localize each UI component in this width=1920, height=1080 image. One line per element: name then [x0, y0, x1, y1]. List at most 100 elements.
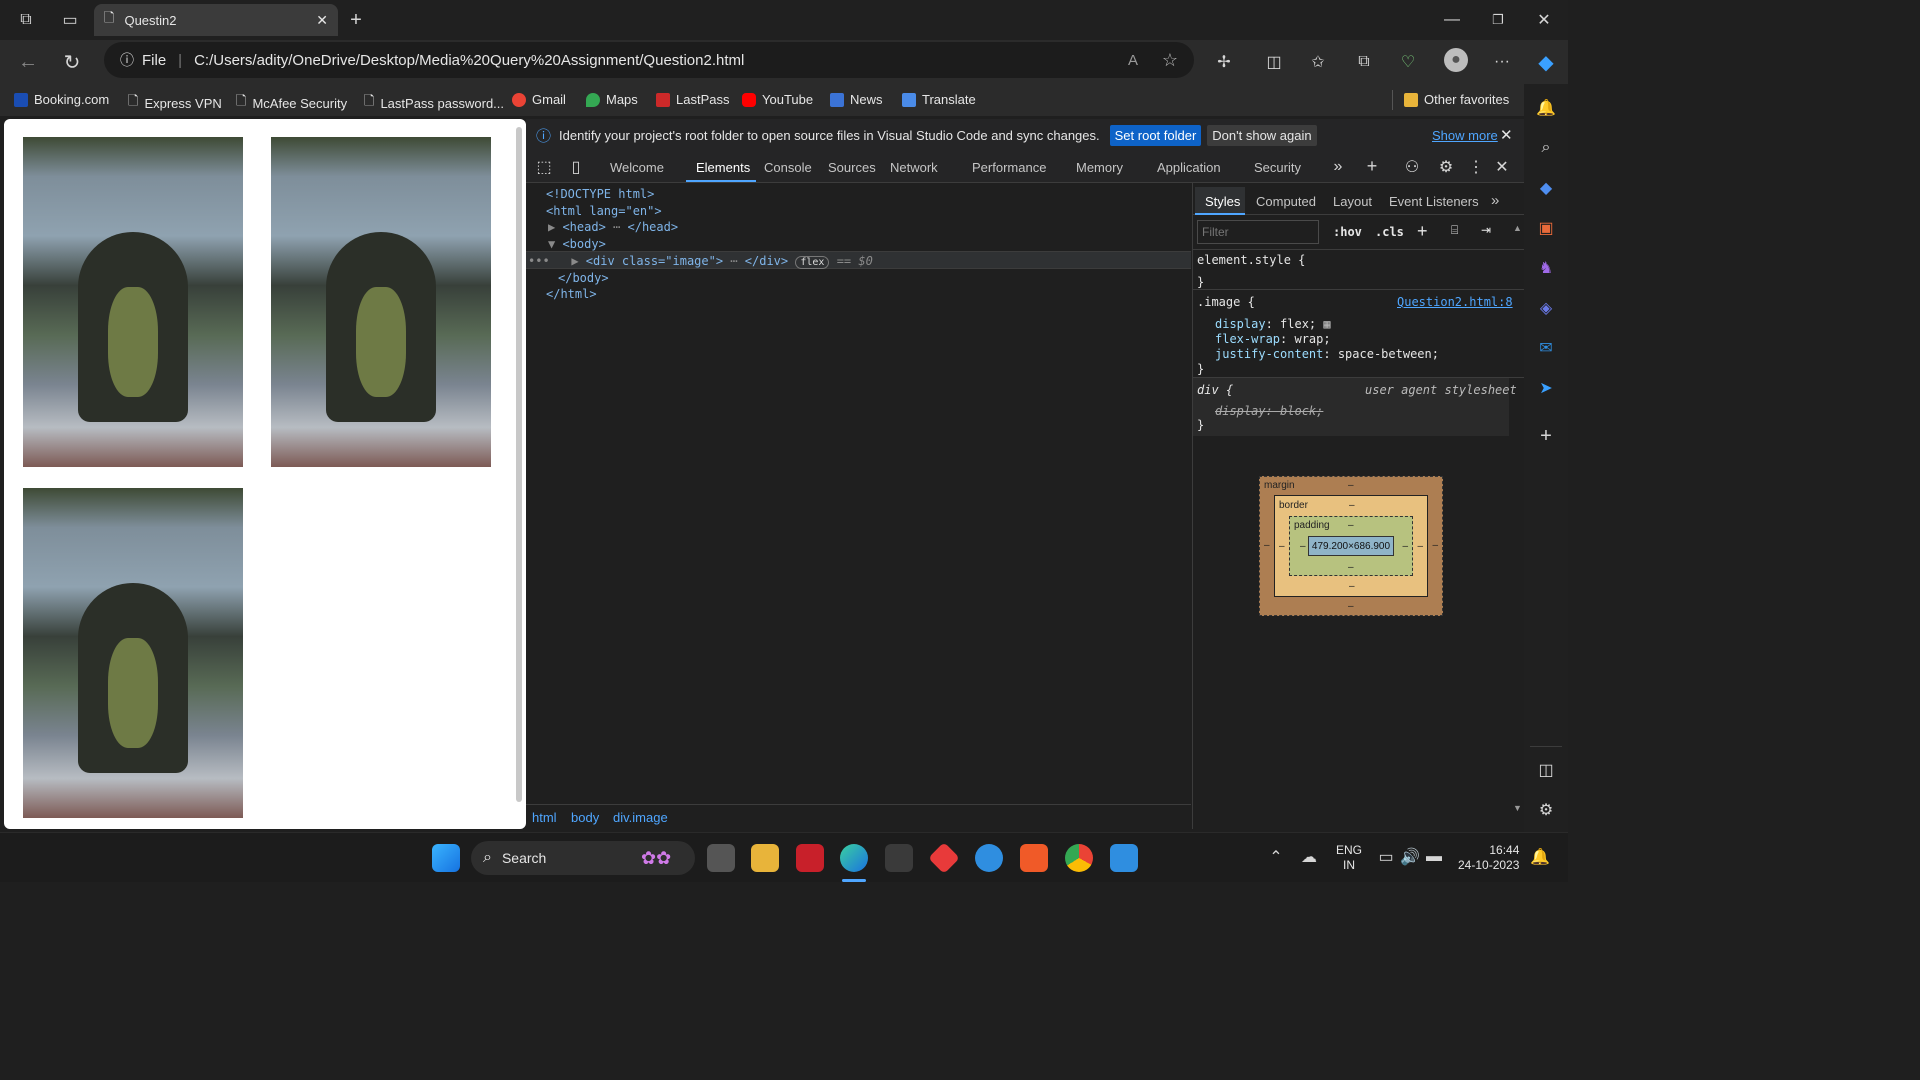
info-icon[interactable]: ⓘ — [120, 50, 134, 70]
dom-html-close[interactable]: </html> — [546, 286, 597, 302]
send-icon[interactable]: ➤ — [1534, 376, 1558, 400]
onedrive-icon[interactable]: ☁ — [1298, 847, 1320, 867]
fav-lastpass[interactable]: LastPass — [656, 92, 729, 107]
language-indicator[interactable]: ENG IN — [1336, 843, 1362, 873]
chrome-icon[interactable] — [1065, 844, 1093, 872]
kebab-menu-icon[interactable]: ⋮ — [1466, 157, 1486, 177]
split-screen-icon[interactable]: ◫ — [1262, 50, 1286, 74]
fav-expressvpn[interactable]: 🗋 Express VPN — [128, 92, 222, 114]
page-scrollbar[interactable] — [516, 127, 522, 802]
favorites-icon[interactable]: ✩ — [1306, 50, 1330, 74]
prop-display[interactable]: display: flex; ▦ — [1215, 317, 1331, 332]
favorite-star-icon[interactable]: ☆ — [1162, 50, 1178, 71]
paint-icon[interactable]: ⌸ — [1451, 223, 1458, 238]
microsoft-store-icon[interactable] — [885, 844, 913, 872]
taskbar-search[interactable]: ⌕ Search ✿✿ — [471, 841, 695, 875]
other-favorites[interactable]: Other favorites — [1404, 92, 1509, 107]
tab-event-listeners[interactable]: Event Listeners — [1389, 194, 1479, 209]
address-bar[interactable]: ⓘ File | C:/Users/adity/OneDrive/Desktop… — [104, 42, 1194, 78]
prop-flex-wrap[interactable]: flex-wrap: wrap; — [1215, 332, 1331, 347]
copilot-app-icon[interactable]: ◈ — [1534, 296, 1558, 320]
new-rule-icon[interactable]: + — [1417, 221, 1428, 242]
tab-memory[interactable]: Memory — [1076, 160, 1123, 175]
set-root-folder-button[interactable]: Set root folder — [1109, 124, 1202, 146]
fav-lastpass-password[interactable]: 🗋 LastPass password... — [364, 92, 504, 114]
tab-console[interactable]: Console — [764, 160, 812, 175]
tab-sources[interactable]: Sources — [828, 160, 876, 175]
tab-network[interactable]: Network — [890, 160, 938, 175]
box-model-content[interactable]: 479.200×686.900 — [1308, 536, 1394, 556]
profile-avatar[interactable]: ● — [1444, 48, 1468, 72]
add-tab-icon[interactable]: + — [1362, 156, 1382, 176]
fav-booking[interactable]: Booking.com — [14, 92, 109, 107]
cls-toggle[interactable]: .cls — [1375, 225, 1404, 239]
games-icon[interactable]: ♞ — [1534, 256, 1558, 280]
browser-essentials-icon[interactable]: ♡ — [1396, 50, 1420, 74]
more-tabs-icon[interactable]: » — [1328, 157, 1348, 177]
fav-mcafee[interactable]: 🗋 McAfee Security — [236, 92, 347, 114]
fav-news[interactable]: News — [830, 92, 883, 107]
crumb-div-image[interactable]: div.image — [613, 810, 668, 825]
crumb-body[interactable]: body — [571, 810, 599, 825]
close-window-icon[interactable]: ✕ — [1532, 8, 1556, 32]
search-icon[interactable]: ⌕ — [1534, 136, 1558, 160]
notification-bell-icon[interactable]: 🔔 — [1530, 847, 1550, 867]
tab-performance[interactable]: Performance — [972, 160, 1046, 175]
tab-welcome[interactable]: Welcome — [610, 160, 664, 175]
dom-body-open[interactable]: ▼ <body> — [548, 236, 606, 252]
prop-justify-content[interactable]: justify-content: space-between; — [1215, 347, 1439, 362]
hov-toggle[interactable]: :hov — [1333, 225, 1362, 239]
tools-icon[interactable]: ▣ — [1534, 216, 1558, 240]
back-icon[interactable]: ← — [16, 50, 40, 74]
task-view-icon[interactable] — [707, 844, 735, 872]
tab-elements[interactable]: Elements — [696, 160, 750, 175]
div-selector[interactable]: div { — [1197, 383, 1233, 398]
new-tab-icon[interactable]: + — [344, 8, 368, 32]
hide-sidebar-icon[interactable]: ◫ — [1534, 758, 1558, 782]
add-sidebar-app-icon[interactable]: + — [1534, 424, 1558, 448]
close-infobar-icon[interactable]: ✕ — [1500, 126, 1513, 144]
restore-icon[interactable]: ❐ — [1486, 8, 1510, 32]
fav-youtube[interactable]: YouTube — [742, 92, 813, 107]
element-style-selector[interactable]: element.style { — [1197, 253, 1305, 267]
dont-show-again-button[interactable]: Don't show again — [1207, 124, 1317, 146]
battery-icon[interactable]: ▬ — [1424, 847, 1444, 867]
copilot-icon[interactable]: ◆ — [1532, 48, 1560, 76]
fav-maps[interactable]: Maps — [586, 92, 638, 107]
dom-head[interactable]: ▶ <head> ⋯ </head> — [548, 219, 678, 235]
sidebar-toggle-icon[interactable]: ⇥ — [1481, 223, 1491, 237]
fav-gmail[interactable]: Gmail — [512, 92, 566, 107]
app-red-icon[interactable] — [928, 842, 960, 874]
dom-div-image[interactable]: ••• ▶ <div class="image"> ⋯ </div> flex … — [528, 253, 873, 269]
close-tab-icon[interactable]: ✕ — [316, 12, 328, 29]
connection-icon[interactable]: ⚇ — [1402, 157, 1422, 177]
tab-security[interactable]: Security — [1254, 160, 1301, 175]
image-selector[interactable]: .image { — [1197, 295, 1255, 310]
volume-icon[interactable]: 🔊 — [1400, 847, 1420, 867]
inspect-icon[interactable]: ⬚ — [534, 157, 554, 177]
show-more-link[interactable]: Show more — [1432, 128, 1498, 143]
windows-start-icon[interactable] — [432, 844, 460, 872]
more-menu-icon[interactable]: ··· — [1490, 50, 1514, 74]
box-model-border[interactable]: border – – – – padding – – – – 479.200×6… — [1274, 495, 1428, 597]
read-aloud-icon[interactable]: A — [1128, 52, 1138, 69]
settings-icon[interactable]: ⚙ — [1436, 157, 1456, 177]
dom-doctype[interactable]: <!DOCTYPE html> — [546, 186, 654, 202]
fav-translate[interactable]: Translate — [902, 92, 976, 107]
crumb-html[interactable]: html — [532, 810, 557, 825]
flexbox-editor-icon[interactable]: ▦ — [1323, 317, 1330, 331]
styles-filter-input[interactable] — [1197, 220, 1319, 244]
edge-icon[interactable] — [840, 844, 868, 872]
network-icon[interactable]: ▭ — [1376, 847, 1396, 867]
more-styles-tabs-icon[interactable]: » — [1491, 192, 1499, 209]
collections-icon[interactable]: ⧉ — [1352, 50, 1376, 74]
vscode-icon[interactable] — [1110, 844, 1138, 872]
dom-body-close[interactable]: </body> — [558, 270, 609, 286]
shopping-tag-icon[interactable]: ◆ — [1534, 176, 1558, 200]
tab-layout[interactable]: Layout — [1333, 194, 1372, 209]
tab-actions-icon[interactable]: ▭ — [58, 10, 82, 30]
clock[interactable]: 16:44 24-10-2023 — [1458, 843, 1519, 873]
workspaces-icon[interactable]: ⧉ — [14, 10, 38, 30]
source-link[interactable]: Question2.html:8 — [1397, 295, 1513, 309]
help-icon[interactable] — [975, 844, 1003, 872]
